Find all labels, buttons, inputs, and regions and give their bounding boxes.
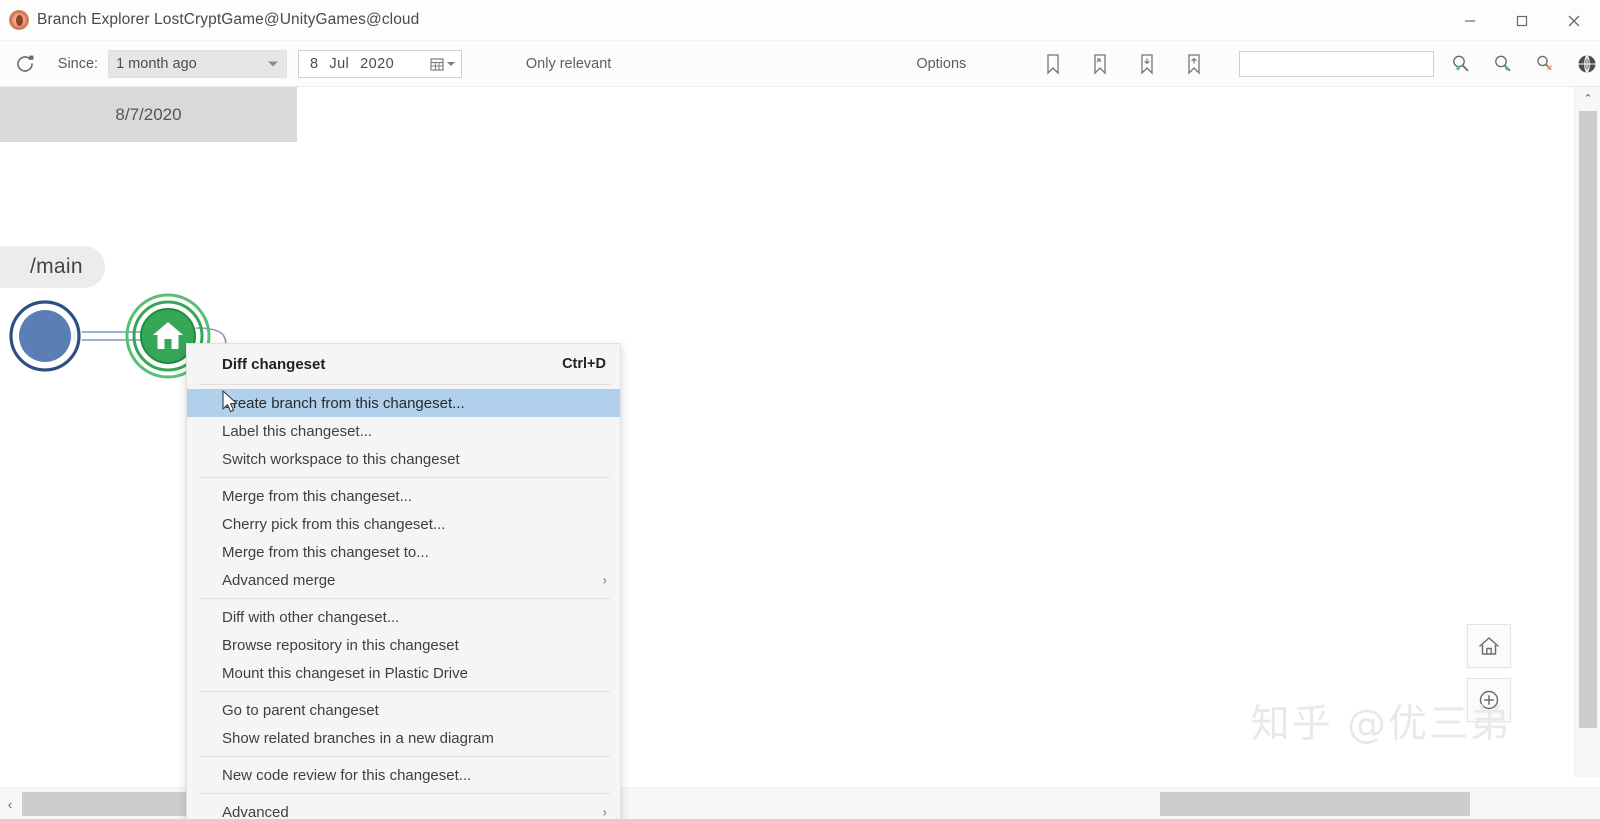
horizontal-scroll-thumb-secondary[interactable] xyxy=(1160,792,1470,816)
context-menu-item-label: Create branch from this changeset... xyxy=(222,395,465,412)
context-menu-item[interactable]: Switch workspace to this changeset xyxy=(187,445,620,473)
context-menu-item[interactable]: Advanced merge › xyxy=(187,566,620,594)
context-menu-item-label: Show related branches in a new diagram xyxy=(222,730,494,747)
context-menu-item[interactable]: Label this changeset... xyxy=(187,417,620,445)
context-menu-item-label: Merge from this changeset... xyxy=(222,488,412,505)
context-menu-item-label: Switch workspace to this changeset xyxy=(222,451,460,468)
title-bar: Branch Explorer LostCryptGame@UnityGames… xyxy=(0,0,1600,41)
window-title: Branch Explorer LostCryptGame@UnityGames… xyxy=(37,11,419,29)
context-menu-item[interactable]: Mount this changeset in Plastic Drive xyxy=(187,659,620,687)
date-day[interactable]: 8 xyxy=(299,56,318,72)
search-input[interactable] xyxy=(1240,52,1433,76)
context-menu-item[interactable]: Diff with other changeset... xyxy=(187,603,620,631)
context-menu-item-label: Mount this changeset in Plastic Drive xyxy=(222,665,468,682)
context-menu-item-label: Merge from this changeset to... xyxy=(222,544,429,561)
calendar-icon[interactable] xyxy=(429,56,455,72)
context-menu-separator xyxy=(199,756,610,757)
scroll-left-arrow-icon[interactable]: ‹ xyxy=(0,788,20,819)
context-menu-separator xyxy=(199,477,610,478)
since-value: 1 month ago xyxy=(116,56,197,72)
close-button[interactable] xyxy=(1548,0,1600,41)
scroll-up-arrow-icon[interactable]: ⌃ xyxy=(1575,87,1600,109)
context-menu-item-label: Browse repository in this changeset xyxy=(222,637,459,654)
context-menu-item[interactable]: Browse repository in this changeset xyxy=(187,631,620,659)
only-relevant-toggle[interactable]: Only relevant xyxy=(526,56,611,72)
zoom-buttons xyxy=(1448,51,1600,77)
date-month[interactable]: Jul xyxy=(318,56,349,72)
context-menu-item[interactable]: Merge from this changeset... xyxy=(187,482,620,510)
context-menu-item[interactable]: Create branch from this changeset... xyxy=(187,389,620,417)
context-menu-separator xyxy=(199,691,610,692)
context-menu-separator xyxy=(199,384,610,385)
bookmark-last-icon[interactable] xyxy=(1182,51,1206,77)
context-menu-item-label: Advanced xyxy=(222,804,289,819)
watermark: 知乎 @优三弟 xyxy=(1251,693,1511,749)
globe-icon[interactable] xyxy=(1574,51,1600,77)
context-menu-header-label: Diff changeset xyxy=(222,356,325,373)
context-menu-item-label: Cherry pick from this changeset... xyxy=(222,516,445,533)
context-menu-separator xyxy=(199,598,610,599)
context-menu-item[interactable]: Merge from this changeset to... xyxy=(187,538,620,566)
bookmark-icon[interactable] xyxy=(1041,51,1065,77)
vertical-scrollbar[interactable]: ⌃ xyxy=(1574,87,1600,777)
chevron-down-icon xyxy=(268,61,278,66)
context-menu-separator xyxy=(199,793,610,794)
options-button[interactable]: Options xyxy=(916,56,966,72)
context-menu-item-label: New code review for this changeset... xyxy=(222,767,471,784)
context-menu-item-label: Diff with other changeset... xyxy=(222,609,399,626)
changeset-context-menu[interactable]: Diff changeset Ctrl+D Create branch from… xyxy=(186,343,621,819)
context-menu-item[interactable]: Advanced › xyxy=(187,798,620,819)
context-menu-item[interactable]: Cherry pick from this changeset... xyxy=(187,510,620,538)
search-input-wrapper[interactable] xyxy=(1239,51,1434,77)
window-controls xyxy=(1444,0,1600,41)
minimize-button[interactable] xyxy=(1444,0,1496,41)
since-dropdown[interactable]: 1 month ago xyxy=(108,50,287,78)
zoom-reset-icon[interactable] xyxy=(1532,51,1558,77)
context-menu-item-label: Label this changeset... xyxy=(222,423,372,440)
maximize-button[interactable] xyxy=(1496,0,1548,41)
since-label: Since: xyxy=(58,56,98,72)
bookmark-previous-icon[interactable] xyxy=(1088,51,1112,77)
zoom-in-icon[interactable] xyxy=(1448,51,1474,77)
context-menu-item-label: Advanced merge xyxy=(222,572,335,589)
vertical-scroll-thumb[interactable] xyxy=(1579,111,1597,728)
bookmark-next-icon[interactable] xyxy=(1135,51,1159,77)
context-menu-item[interactable]: Show related branches in a new diagram xyxy=(187,724,620,752)
zoom-out-icon[interactable] xyxy=(1490,51,1516,77)
date-field[interactable]: 8 Jul 2020 xyxy=(298,50,462,78)
context-menu-header-shortcut: Ctrl+D xyxy=(562,356,606,372)
home-icon[interactable] xyxy=(1467,624,1511,668)
date-year[interactable]: 2020 xyxy=(349,56,394,72)
branch-explorer-window: Branch Explorer LostCryptGame@UnityGames… xyxy=(0,0,1600,819)
bookmark-buttons xyxy=(1041,51,1206,77)
refresh-icon[interactable] xyxy=(8,49,42,79)
chevron-right-icon: › xyxy=(603,805,607,819)
chevron-right-icon: › xyxy=(603,573,607,588)
context-menu-item[interactable]: New code review for this changeset... xyxy=(187,761,620,789)
context-menu-header-diff-changeset[interactable]: Diff changeset Ctrl+D xyxy=(187,348,620,380)
toolbar: Since: 1 month ago 8 Jul 2020 Only relev… xyxy=(0,41,1600,87)
context-menu-item[interactable]: Go to parent changeset xyxy=(187,696,620,724)
context-menu-item-label: Go to parent changeset xyxy=(222,702,379,719)
plastic-scm-icon xyxy=(9,10,29,30)
